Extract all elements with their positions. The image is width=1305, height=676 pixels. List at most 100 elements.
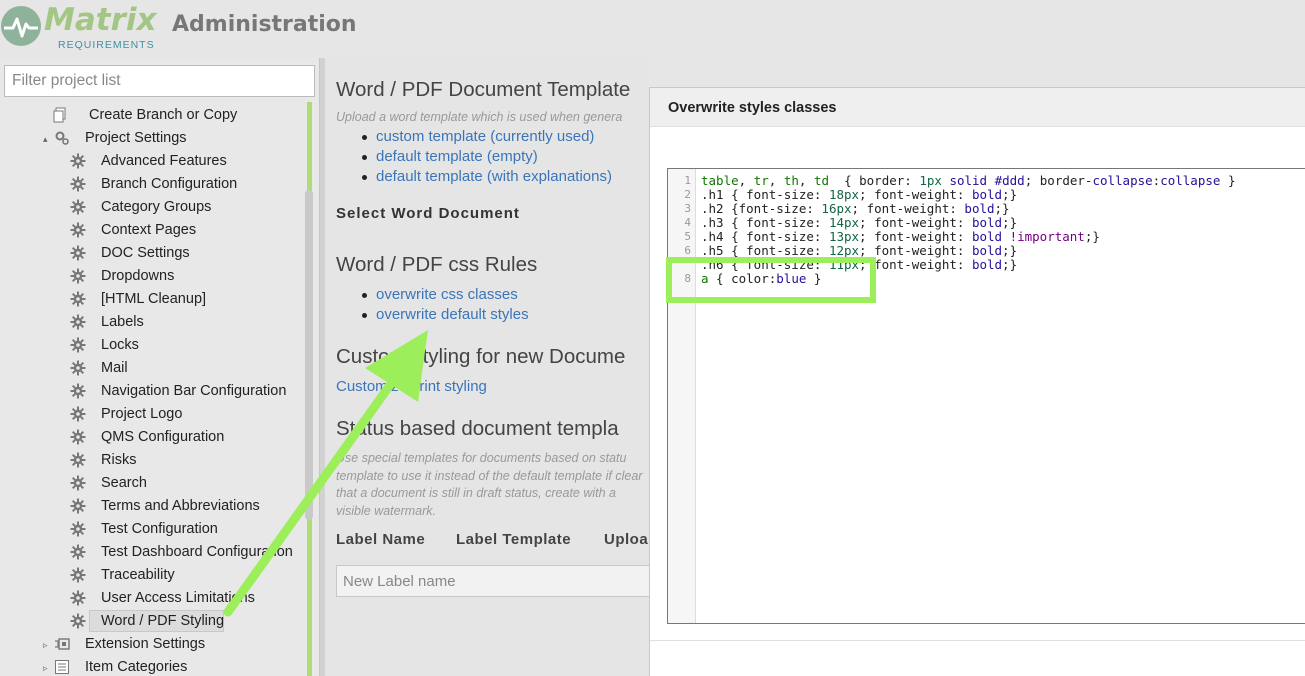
sidebar-item[interactable]: ▴ Project Settings [0, 127, 300, 150]
gear-icon [70, 176, 86, 192]
code-line: .h1 { font-size: 18px; font-weight: bold… [701, 187, 1018, 202]
expand-toggle-icon[interactable]: ▹ [43, 640, 48, 651]
sidebar-item[interactable]: Create Branch or Copy [0, 104, 300, 127]
sidebar-item[interactable]: Risks [0, 449, 300, 472]
expand-toggle-icon[interactable]: ▹ [43, 663, 48, 674]
custom-template-link[interactable]: custom template (currently used) [362, 128, 612, 148]
overwrite-css-classes-link[interactable]: overwrite css classes [362, 286, 529, 306]
gear-icon [70, 245, 86, 261]
gear-icon [70, 291, 86, 307]
dialog-footer-divider [650, 640, 1305, 641]
sidebar-item-label: DOC Settings [101, 245, 190, 261]
app-header: Matrix REQUIREMENTS Administration [0, 0, 1305, 58]
gear-icon [70, 429, 86, 445]
filter-project-input[interactable] [4, 65, 315, 97]
sidebar-item[interactable]: Traceability [0, 564, 300, 587]
select-word-document[interactable]: Select Word Document [336, 205, 520, 222]
brand-name: Matrix [44, 2, 157, 38]
sidebar: Create Branch or Copy ▴ Project Settings Ad… [0, 58, 322, 676]
status-templates-title: Status based document templa [336, 417, 619, 440]
sidebar-item[interactable]: QMS Configuration [0, 426, 300, 449]
default-template-explanations-link[interactable]: default template (with explanations) [362, 168, 612, 188]
sidebar-item-label: Locks [101, 337, 139, 353]
sidebar-item-label: Dropdowns [101, 268, 175, 284]
copy-icon [52, 107, 68, 123]
line-number: 3 [684, 202, 691, 215]
sidebar-item-label: Test Configuration [101, 521, 218, 537]
sidebar-item[interactable]: Category Groups [0, 196, 300, 219]
sidebar-item-label: Traceability [101, 567, 175, 583]
line-number: 4 [684, 216, 691, 229]
project-tree: Create Branch or Copy ▴ Project Settings Ad… [0, 102, 308, 676]
sidebar-item[interactable]: Context Pages [0, 219, 300, 242]
gear-icon [70, 590, 86, 606]
sidebar-item-label: Search [101, 475, 147, 491]
gear-icon [70, 521, 86, 537]
sidebar-item[interactable]: User Access Limitations [0, 587, 300, 610]
sidebar-item[interactable]: Test Configuration [0, 518, 300, 541]
new-label-input[interactable] [336, 565, 649, 597]
code-line: .h4 { font-size: 13px; font-weight: bold… [701, 229, 1100, 244]
sidebar-item[interactable]: Mail [0, 357, 300, 380]
overwrite-styles-dialog: Overwrite styles classes 1 2 3 4 5 6 8 t… [649, 87, 1305, 676]
sidebar-item-label: Branch Configuration [101, 176, 238, 192]
css-rules-title: Word / PDF css Rules [336, 253, 538, 276]
sidebar-item-label: Terms and Abbreviations [101, 498, 260, 514]
sidebar-item[interactable]: Labels [0, 311, 300, 334]
sidebar-item-label: Risks [101, 452, 137, 468]
sidebar-item[interactable]: DOC Settings [0, 242, 300, 265]
sidebar-item-label: QMS Configuration [101, 429, 225, 445]
tree-scrollbar[interactable] [305, 190, 313, 520]
sidebar-item[interactable]: Branch Configuration [0, 173, 300, 196]
default-template-empty-link[interactable]: default template (empty) [362, 148, 612, 168]
sidebar-item[interactable]: ▹ Extension Settings [0, 633, 300, 656]
sidebar-item-label: Category Groups [101, 199, 212, 215]
app-title: Administration [172, 12, 357, 37]
sidebar-item-label: Test Dashboard Configuration [101, 544, 293, 560]
gear-icon [70, 567, 86, 583]
sidebar-item[interactable]: Search [0, 472, 300, 495]
gear-icon [70, 475, 86, 491]
upload-header: Uploa [604, 531, 649, 548]
code-line: .h5 { font-size: 12px; font-weight: bold… [701, 243, 1018, 258]
extension-icon [54, 636, 70, 652]
sidebar-item[interactable]: [HTML Cleanup] [0, 288, 300, 311]
sidebar-item[interactable]: Test Dashboard Configuration [0, 541, 300, 564]
css-links: overwrite css classes overwrite default … [362, 286, 529, 326]
sidebar-item[interactable]: Project Logo [0, 403, 300, 426]
gear-icon [70, 452, 86, 468]
code-line: .h3 { font-size: 14px; font-weight: bold… [701, 215, 1018, 230]
status-description: Use special templates for documents base… [336, 451, 643, 518]
sidebar-item-label: Navigation Bar Configuration [101, 383, 287, 399]
logo-icon [1, 6, 41, 46]
settings-icon [54, 130, 70, 146]
sidebar-item[interactable]: Navigation Bar Configuration [0, 380, 300, 403]
sidebar-item[interactable]: Terms and Abbreviations [0, 495, 300, 518]
gear-icon [70, 337, 86, 353]
sidebar-item[interactable]: Word / PDF Styling [0, 610, 300, 633]
sidebar-item[interactable]: Dropdowns [0, 265, 300, 288]
line-number-gutter: 1 2 3 4 5 6 8 [668, 169, 696, 623]
sidebar-item-label: Word / PDF Styling [101, 613, 225, 629]
sidebar-item[interactable]: ▹ Item Categories [0, 656, 300, 676]
template-links: custom template (currently used) default… [362, 128, 612, 188]
label-template-header: Label Template [456, 531, 572, 548]
line-number: 1 [684, 174, 691, 187]
gear-icon [70, 498, 86, 514]
gear-icon [70, 544, 86, 560]
line-number: 5 [684, 230, 691, 243]
page-subtitle: Upload a word template which is used whe… [336, 110, 623, 124]
css-code-editor[interactable]: 1 2 3 4 5 6 8 table, tr, th, td { border… [667, 168, 1305, 624]
overwrite-default-styles-link[interactable]: overwrite default styles [362, 306, 529, 326]
highlight-box [666, 257, 876, 303]
dialog-title-bar[interactable]: Overwrite styles classes [650, 88, 1305, 127]
expand-toggle-icon[interactable]: ▴ [43, 134, 48, 145]
dialog-title: Overwrite styles classes [668, 100, 837, 116]
gear-icon [70, 268, 86, 284]
sidebar-item[interactable]: Advanced Features [0, 150, 300, 173]
customize-print-styling-link[interactable]: Customize print styling [336, 378, 487, 395]
sidebar-item-label: Project Logo [101, 406, 183, 422]
gear-icon [70, 314, 86, 330]
sidebar-item[interactable]: Locks [0, 334, 300, 357]
custom-styling-title: Custom styling for new Docume [336, 345, 626, 368]
